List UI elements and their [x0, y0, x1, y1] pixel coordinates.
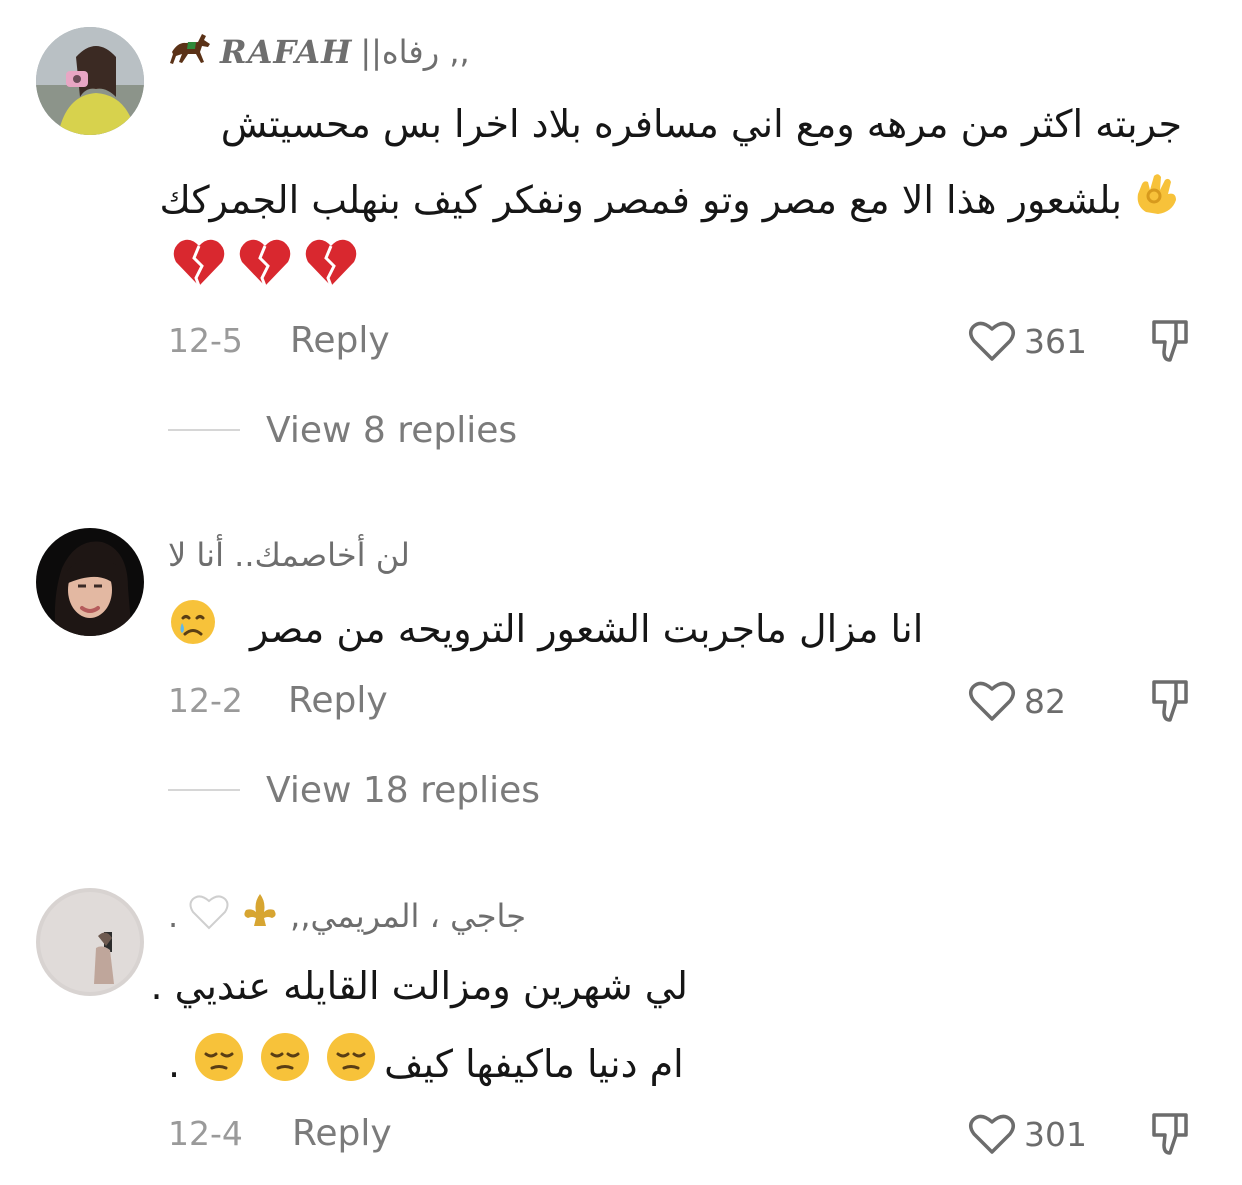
like-count: 361: [1024, 321, 1087, 361]
username-latin: RAFAH: [220, 33, 353, 71]
heart-outline-icon: [969, 1114, 1015, 1154]
like-count: 82: [1024, 681, 1066, 721]
reply-button[interactable]: Reply: [288, 676, 388, 726]
avatar[interactable]: [36, 888, 144, 996]
horse-icon: [168, 30, 212, 74]
comment-text-line: لي شهرين ومزالت القايله عنديي .: [150, 964, 688, 1008]
ok-hand-icon: [1132, 168, 1182, 231]
username[interactable]: RAFAH ||رفاه ,,: [168, 32, 470, 72]
comment-meta: 12-5 Reply 361: [168, 316, 1208, 366]
comment-text-line: جربته اكثر من مرهه ومع اني مسافره بلاد ا…: [220, 102, 1182, 146]
broken-heart-icon: [238, 236, 292, 301]
comment-text-segment: بلشعور هذا الا مع مصر وتو فمصر ونفكر كيف…: [159, 177, 1122, 222]
comment-meta: 12-4 Reply 301: [168, 1109, 1208, 1159]
dislike-icon[interactable]: [1146, 318, 1194, 364]
crying-face-icon: [168, 597, 218, 660]
view-replies-label: View 18 replies: [266, 769, 541, 811]
reply-button[interactable]: Reply: [292, 1109, 392, 1159]
dislike-icon[interactable]: [1146, 1111, 1194, 1157]
divider: [168, 789, 240, 791]
username-suffix: .: [168, 897, 179, 935]
pensive-face-icon: [324, 1030, 378, 1097]
pensive-face-icon: [192, 1030, 246, 1097]
comment-item: لن أخاصمك.. أنا لا انا مزال ماجربت الشعو…: [0, 480, 1242, 860]
username-text: ,,جاجي ، المريمي: [290, 897, 527, 935]
comment-text-line: بلشعور هذا الا مع مصر وتو فمصر ونفكر كيف…: [159, 168, 1182, 231]
comment-date: 12-2: [168, 681, 243, 720]
broken-heart-icon: [304, 236, 358, 301]
view-replies-link[interactable]: View 18 replies: [168, 765, 540, 815]
like-button[interactable]: 82: [968, 676, 1066, 726]
broken-heart-icon: [172, 236, 226, 301]
comment-item: . ,,جاجي ، المريمي لي شهرين ومزالت القاي…: [0, 860, 1242, 1185]
comment-meta: 12-2 Reply 82: [168, 676, 1208, 726]
username[interactable]: لن أخاصمك.. أنا لا: [168, 535, 410, 575]
comment-text-line: انا مزال ماجربت الشعور الترويحه من مصر: [168, 597, 1182, 660]
view-replies-link[interactable]: View 8 replies: [168, 405, 517, 455]
like-button[interactable]: 361: [968, 316, 1087, 366]
username[interactable]: . ,,جاجي ، المريمي: [168, 893, 527, 939]
avatar[interactable]: [36, 27, 144, 135]
like-button[interactable]: 301: [968, 1109, 1087, 1159]
view-replies-label: View 8 replies: [266, 409, 518, 451]
divider: [168, 429, 240, 431]
comment-text-line: . ام دنيا ماكيفها كيف: [168, 1030, 684, 1097]
white-heart-icon: [188, 893, 230, 939]
pensive-face-icon: [258, 1030, 312, 1097]
comment-item: RAFAH ||رفاه ,, جربته اكثر من مرهه ومع ا…: [0, 0, 1242, 480]
comment-text-segment: ام دنيا ماكيفها كيف: [384, 1041, 684, 1086]
comment-date: 12-4: [168, 1114, 243, 1153]
heart-outline-icon: [969, 321, 1015, 361]
emoji-row: [172, 236, 1182, 301]
dislike-icon[interactable]: [1146, 678, 1194, 724]
comment-date: 12-5: [168, 321, 243, 360]
heart-outline-icon: [969, 681, 1015, 721]
username-arabic: ||رفاه ,,: [360, 33, 470, 71]
reply-button[interactable]: Reply: [290, 316, 390, 366]
like-count: 301: [1024, 1114, 1087, 1154]
fleur-de-lis-icon: [240, 892, 280, 940]
comment-text-segment: انا مزال ماجربت الشعور الترويحه من مصر: [250, 606, 924, 651]
avatar[interactable]: [36, 528, 144, 636]
comment-text-segment: .: [168, 1041, 181, 1086]
